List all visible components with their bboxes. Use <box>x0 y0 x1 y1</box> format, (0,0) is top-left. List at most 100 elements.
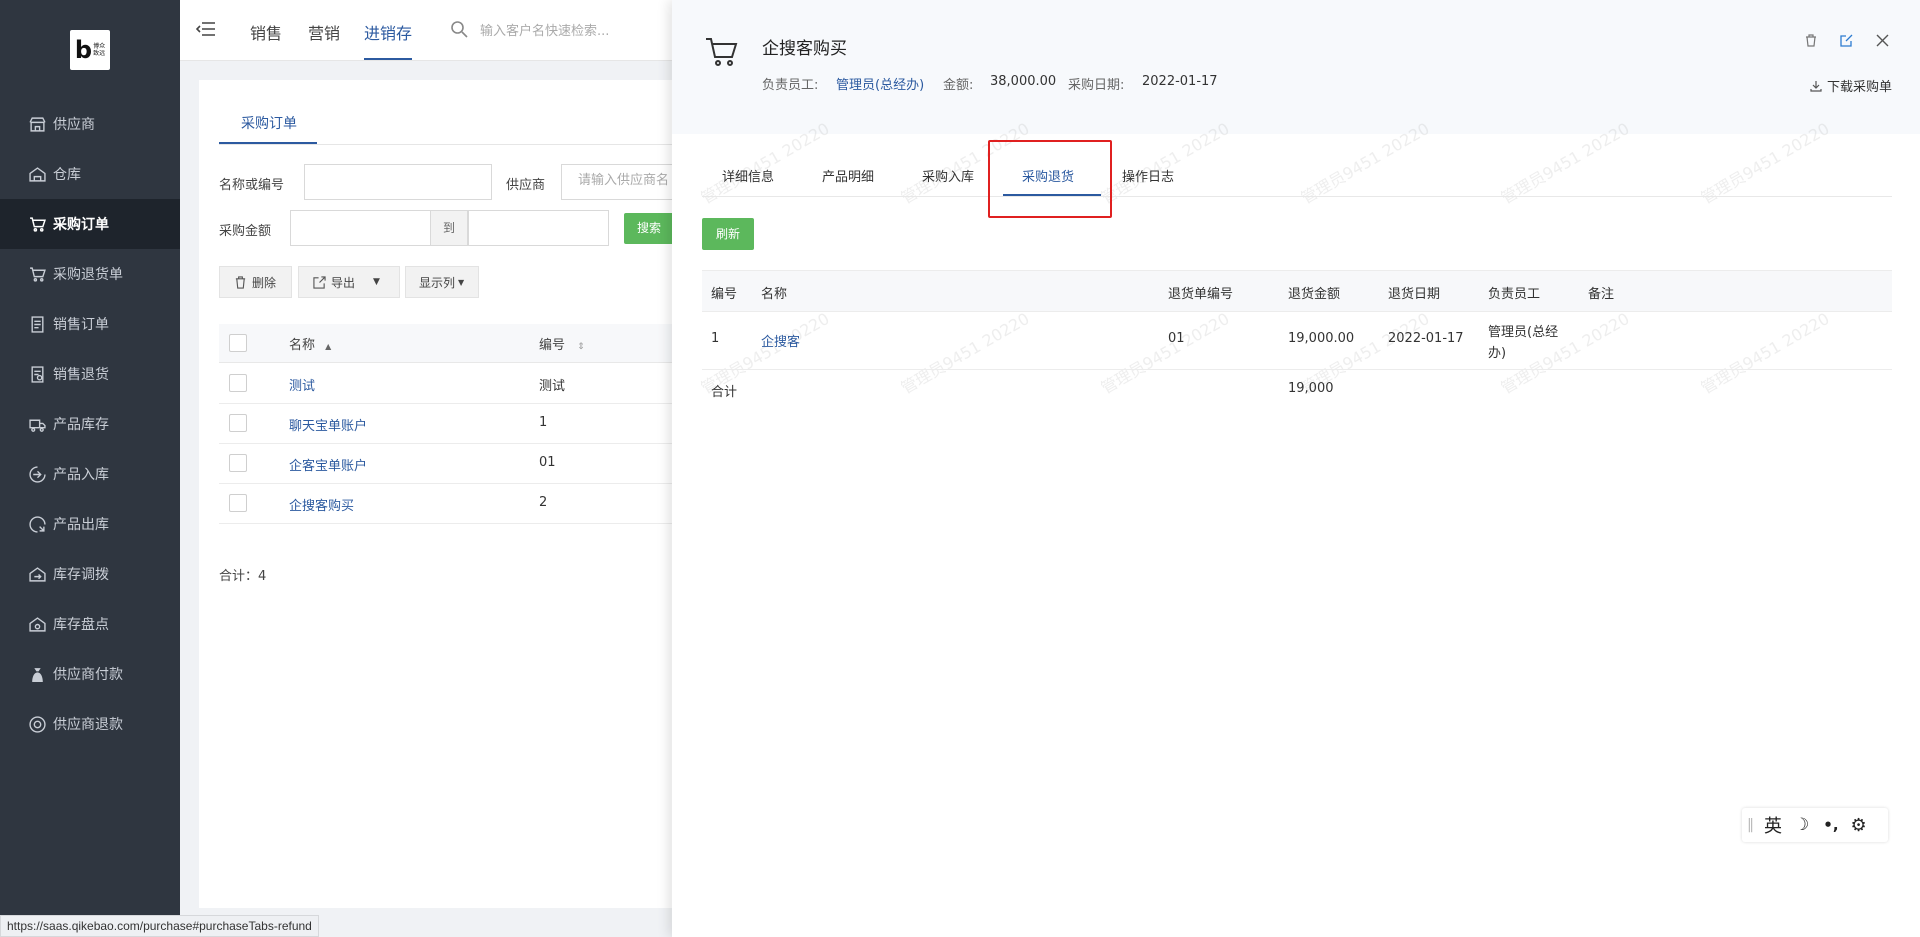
sum-label: 合计 <box>711 385 738 400</box>
sidebar-item-product-outbound[interactable]: 产品出库 <box>0 499 180 549</box>
row-checkbox[interactable] <box>229 374 247 392</box>
date-label: 采购日期: <box>1068 78 1125 93</box>
sidebar-item-product-inbound[interactable]: 产品入库 <box>0 449 180 499</box>
column-header-return-date: 退货日期 <box>1388 287 1441 302</box>
drag-handle[interactable]: ‖ <box>1747 817 1754 833</box>
row-checkbox[interactable] <box>229 414 247 432</box>
sidebar-item-stocktake[interactable]: 库存盘点 <box>0 599 180 649</box>
supplier-filter-input[interactable]: 请输入供应商名 <box>561 164 681 200</box>
moon-icon[interactable]: ☽ <box>1794 815 1809 835</box>
column-header-remark: 备注 <box>1588 287 1615 302</box>
row-checkbox[interactable] <box>229 454 247 472</box>
amount-min-input[interactable] <box>290 210 431 246</box>
row-owner-line2: 办) <box>1488 346 1507 361</box>
row-code: 01 <box>539 455 556 470</box>
row-return-no: 01 <box>1168 331 1185 346</box>
amount-filter-label: 采购金额 <box>219 224 272 239</box>
return-cart-icon <box>28 265 46 283</box>
sort-icon: ⇕ <box>577 342 585 352</box>
column-header-name[interactable]: 名称 ▲ <box>289 334 331 353</box>
column-header-owner: 负责员工 <box>1488 287 1541 302</box>
highlight-box <box>988 140 1112 218</box>
row-name-link[interactable]: 企搜客购买 <box>289 495 354 514</box>
owner-value[interactable]: 管理员(总经办) <box>836 74 924 93</box>
sidebar-item-sales-order[interactable]: 销售订单 <box>0 299 180 349</box>
name-filter-input[interactable] <box>304 164 492 200</box>
row-return-date: 2022-01-17 <box>1388 331 1464 346</box>
row-owner-line1: 管理员(总经 <box>1488 325 1559 340</box>
select-all-checkbox[interactable] <box>229 334 247 352</box>
gear-icon[interactable]: ⚙ <box>1851 815 1867 836</box>
search-button[interactable]: 搜索 <box>624 213 674 244</box>
trash-icon <box>235 275 246 289</box>
close-icon[interactable] <box>1876 34 1889 51</box>
download-button[interactable]: 下载采购单 <box>1810 76 1892 95</box>
download-icon <box>1810 80 1822 92</box>
menu-toggle-icon[interactable] <box>195 20 216 42</box>
search-icon[interactable] <box>450 20 468 42</box>
sidebar-item-sales-return[interactable]: 销售退货 <box>0 349 180 399</box>
row-name-link[interactable]: 企客宝单账户 <box>289 455 367 474</box>
top-tab-inventory[interactable]: 进销存 <box>364 20 412 44</box>
tab-details[interactable]: 详细信息 <box>722 166 774 185</box>
columns-button[interactable]: 显示列 ▼ <box>405 266 479 298</box>
active-tab-indicator <box>364 58 412 60</box>
refund-icon <box>28 715 46 733</box>
sidebar-item-warehouse[interactable]: 仓库 <box>0 149 180 199</box>
customer-search-input[interactable]: 输入客户名快速检索... <box>480 20 609 39</box>
row-return-amount: 19,000.00 <box>1288 331 1355 346</box>
top-tab-sales[interactable]: 销售 <box>250 20 282 44</box>
sidebar-item-supplier-refund[interactable]: 供应商退款 <box>0 699 180 749</box>
inbound-icon <box>28 465 46 483</box>
outbound-icon <box>28 515 46 533</box>
row-code: 2 <box>539 495 548 510</box>
sidebar-item-supplier-payment[interactable]: 供应商付款 <box>0 649 180 699</box>
caret-down-icon: ▼ <box>458 277 465 287</box>
cart-icon <box>705 36 739 72</box>
row-name-link[interactable]: 测试 <box>289 375 315 394</box>
caret-down-icon[interactable]: ▼ <box>373 277 380 287</box>
total-count: 合计：4 <box>219 569 267 584</box>
top-tab-marketing[interactable]: 营销 <box>308 20 340 44</box>
cart-icon <box>28 215 46 233</box>
sidebar-item-supplier[interactable]: 供应商 <box>0 99 180 149</box>
document-icon <box>28 315 46 333</box>
delete-button[interactable]: 删除 <box>219 266 292 298</box>
edit-icon[interactable] <box>1840 34 1853 51</box>
amount-max-input[interactable] <box>468 210 609 246</box>
column-header-code[interactable]: 编号 ⇕ <box>539 334 585 353</box>
row-code: 1 <box>539 415 548 430</box>
divider <box>702 196 1892 197</box>
tab-operation-log[interactable]: 操作日志 <box>1122 166 1174 185</box>
owner-label: 负责员工: <box>762 78 819 93</box>
name-filter-label: 名称或编号 <box>219 178 285 193</box>
sidebar-item-purchase-return[interactable]: 采购退货单 <box>0 249 180 299</box>
sidebar-item-stock-transfer[interactable]: 库存调拨 <box>0 549 180 599</box>
tab-product-details[interactable]: 产品明细 <box>822 166 874 185</box>
punctuation-icon[interactable]: •, <box>1823 816 1838 834</box>
tab-purchase-inbound[interactable]: 采购入库 <box>922 166 974 185</box>
sort-asc-icon: ▲ <box>325 342 332 351</box>
delete-icon[interactable] <box>1805 34 1817 51</box>
amount-range-separator: 到 <box>430 210 468 246</box>
row-name-link[interactable]: 聊天宝单账户 <box>289 415 367 434</box>
amount-value: 38,000.00 <box>990 74 1057 89</box>
app-logo[interactable]: b 博众 致远 <box>70 30 110 70</box>
transfer-icon <box>28 565 46 583</box>
refresh-button[interactable]: 刷新 <box>702 218 754 250</box>
ime-language-toggle[interactable]: 英 <box>1764 812 1782 838</box>
sidebar-item-purchase-order[interactable]: 采购订单 <box>0 199 180 249</box>
table-row[interactable]: 1 企搜客 01 19,000.00 2022-01-17 管理员(总经 办) <box>702 311 1892 370</box>
row-name-link[interactable]: 企搜客 <box>761 331 800 350</box>
sidebar-item-product-stock[interactable]: 产品库存 <box>0 399 180 449</box>
row-code: 测试 <box>539 379 566 394</box>
tab-purchase-order[interactable]: 采购订单 <box>241 113 297 133</box>
row-checkbox[interactable] <box>229 494 247 512</box>
export-button[interactable]: 导出 ▼ <box>298 266 400 298</box>
sum-value: 19,000 <box>1288 381 1334 396</box>
truck-icon <box>28 415 46 433</box>
inventory-check-icon <box>28 615 46 633</box>
ime-toolbar: ‖ 英 ☽ •, ⚙ <box>1742 808 1888 842</box>
column-header-id: 编号 <box>711 287 738 302</box>
store-icon <box>28 115 46 133</box>
